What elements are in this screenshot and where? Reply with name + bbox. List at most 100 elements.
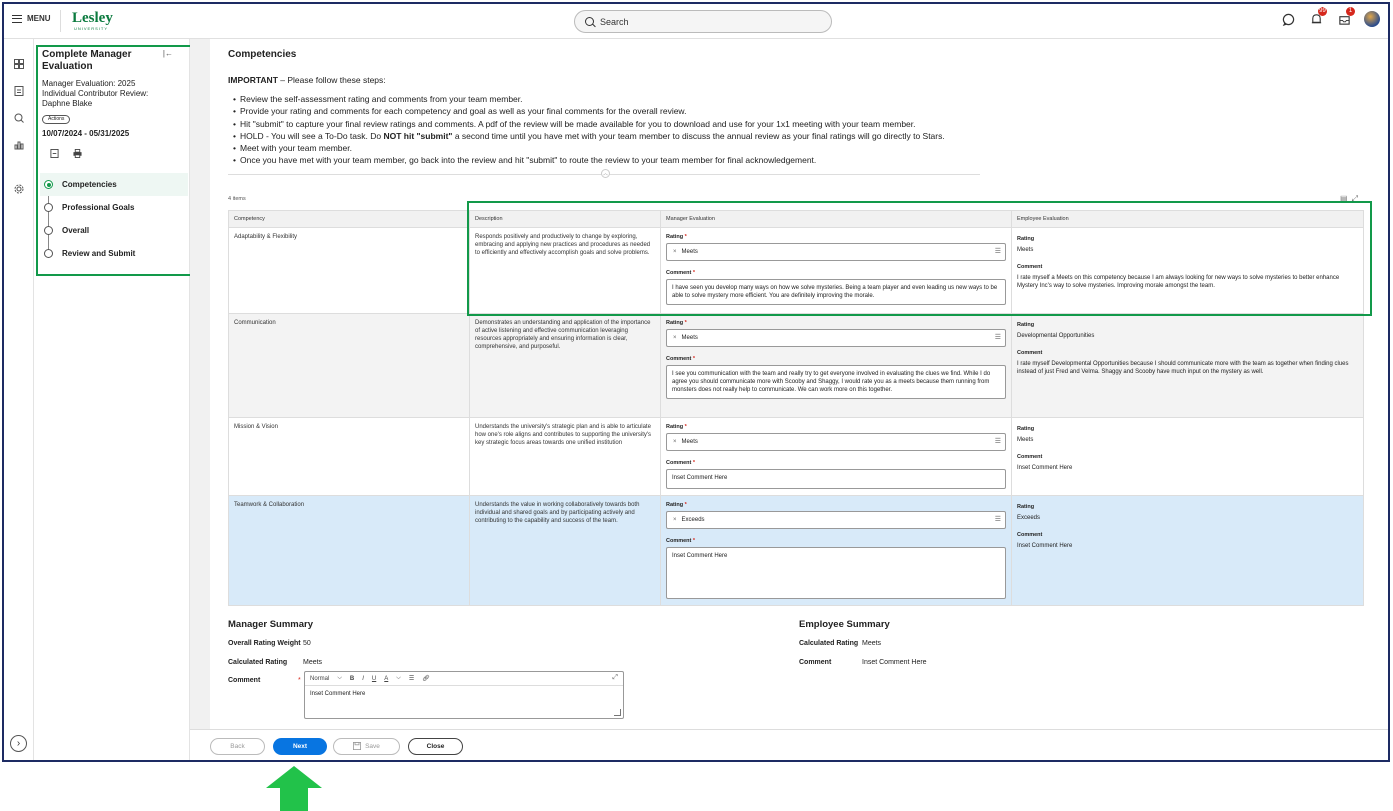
competency-cell: Communication — [228, 313, 470, 418]
task-subtitle-line: Daphne Blake — [42, 99, 93, 108]
italic-icon[interactable]: I — [362, 676, 364, 682]
task-subtitle: Manager Evaluation: 2025 Individual Cont… — [42, 79, 182, 109]
employee-evaluation-cell: Rating Exceeds Comment Inset Comment Her… — [1011, 495, 1364, 606]
remove-icon[interactable]: × — [673, 516, 677, 524]
instruction-item: Review the self-assessment rating and co… — [233, 93, 1000, 106]
report-icon[interactable] — [12, 84, 25, 97]
find-icon[interactable] — [12, 111, 25, 124]
close-button[interactable]: Close — [408, 738, 463, 755]
step-label: Professional Goals — [62, 203, 135, 212]
column-header[interactable]: Competency — [228, 210, 470, 228]
editor-toolbar: Normal ⌵ B I U A ⌵ ☰ 🔗︎ — [305, 672, 623, 686]
content-gutter — [190, 39, 210, 729]
summary-row: Calculated Rating Meets — [799, 640, 1099, 659]
employee-summary: Employee Summary Calculated Rating Meets… — [799, 619, 1099, 678]
export-icon[interactable] — [50, 149, 59, 160]
step-competencies[interactable]: Competencies — [40, 173, 188, 196]
save-icon — [353, 741, 362, 752]
table-row[interactable]: Communication Demonstrates an understand… — [228, 313, 1364, 418]
chevron-up-icon[interactable]: ︿ — [601, 169, 610, 178]
description-cell: Understands the university's strategic p… — [469, 417, 661, 496]
expand-editor-icon[interactable]: ⤢ — [612, 674, 618, 682]
inbox-icon[interactable]: 1 — [1336, 7, 1355, 27]
task-subtitle-line: Individual Contributor Review: — [42, 89, 149, 98]
list-icon[interactable]: ☰ — [995, 334, 1001, 342]
task-dates: 10/07/2024 - 05/31/2025 — [42, 129, 130, 138]
rating-label: Rating * — [666, 502, 687, 508]
important-note: IMPORTANT – Please follow these steps: — [228, 75, 386, 85]
table-row[interactable]: Mission & Vision Understands the univers… — [228, 417, 1364, 496]
rating-value: Meets — [681, 439, 698, 445]
summary-value: Meets — [303, 659, 323, 666]
required-marker: * — [298, 677, 301, 684]
logo-subtitle: UNIVERSITY — [74, 26, 109, 31]
print-icon[interactable] — [73, 149, 82, 160]
step-overall[interactable]: Overall — [40, 219, 188, 242]
list-icon[interactable]: ☰ — [995, 516, 1001, 524]
actions-button[interactable]: Actions — [42, 115, 71, 124]
logo[interactable]: Lesley — [72, 10, 113, 27]
resize-handle-icon[interactable] — [614, 709, 621, 716]
divider — [60, 10, 61, 32]
gear-icon[interactable] — [12, 182, 25, 195]
editor-body[interactable]: Inset Comment Here — [305, 686, 623, 702]
expand-rail-icon[interactable]: › — [10, 735, 27, 752]
comment-label: Comment * — [666, 538, 696, 544]
evaluation-highlight-box — [467, 201, 1372, 316]
chevron-down-icon[interactable]: ⌵ — [396, 675, 401, 682]
menu-button[interactable]: MENU — [12, 14, 51, 23]
remove-icon[interactable]: × — [673, 334, 677, 342]
manager-summary: Manager Summary Overall Rating Weight 50… — [228, 619, 628, 678]
collapse-panel-icon[interactable]: |← — [163, 49, 173, 58]
summary-row: Comment Inset Comment Here — [799, 659, 1099, 678]
step-professional-goals[interactable]: Professional Goals — [40, 196, 188, 219]
instructions-list: Review the self-assessment rating and co… — [233, 93, 1000, 167]
search-placeholder: Search — [600, 16, 629, 27]
bold-icon[interactable]: B — [350, 676, 354, 682]
underline-icon[interactable]: U — [372, 676, 376, 682]
font-color-icon[interactable]: A — [384, 676, 388, 682]
comment-label: Comment — [1017, 532, 1043, 538]
bullet-list-icon[interactable]: ☰ — [409, 675, 414, 682]
notifications-bell-icon[interactable]: 99 — [1308, 7, 1327, 27]
next-button[interactable]: Next — [273, 738, 327, 755]
dashboard-icon[interactable] — [12, 57, 25, 70]
analytics-icon[interactable] — [12, 138, 25, 151]
rating-value: Meets — [681, 335, 698, 341]
step-active-icon — [44, 180, 53, 189]
search-input[interactable]: Search — [574, 10, 832, 33]
chevron-down-icon[interactable]: ⌵ — [337, 675, 342, 682]
manager-comment-input[interactable]: Inset Comment Here — [666, 547, 1006, 599]
list-icon[interactable]: ☰ — [995, 438, 1001, 446]
task-subtitle-line: Manager Evaluation: 2025 — [42, 79, 136, 88]
description-cell: Demonstrates an understanding and applic… — [469, 313, 661, 418]
employee-rating: Developmental Opportunities — [1017, 333, 1095, 339]
avatar[interactable] — [1364, 11, 1380, 27]
inbox-badge: 1 — [1346, 7, 1355, 16]
footer-bar: Back Next Save Close — [190, 729, 1388, 760]
table-row-selected[interactable]: Teamwork & Collaboration Understands the… — [228, 495, 1364, 606]
rating-label: Rating — [1017, 322, 1035, 328]
employee-comment: I rate myself Developmental Opportunitie… — [1017, 361, 1349, 375]
step-review-and-submit[interactable]: Review and Submit — [40, 242, 188, 265]
hamburger-icon — [12, 14, 22, 23]
manager-summary-editor[interactable]: Normal ⌵ B I U A ⌵ ☰ 🔗︎ ⤢ Inset Comment … — [304, 671, 624, 719]
back-button[interactable]: Back — [210, 738, 265, 755]
important-text: – Please follow these steps: — [277, 75, 386, 85]
comment-label: Comment * — [666, 460, 696, 466]
manager-rating-select[interactable]: × Exceeds ☰ — [666, 511, 1006, 529]
link-icon[interactable]: 🔗︎ — [422, 675, 430, 682]
manager-rating-select[interactable]: × Meets ☰ — [666, 433, 1006, 451]
save-button[interactable]: Save — [333, 738, 400, 755]
top-bar: MENU Lesley UNIVERSITY Search 99 1 — [4, 4, 1388, 39]
employee-evaluation-cell: Rating Developmental Opportunities Comme… — [1011, 313, 1364, 418]
remove-icon[interactable]: × — [673, 438, 677, 446]
left-rail: › — [4, 39, 34, 760]
manager-rating-select[interactable]: × Meets ☰ — [666, 329, 1006, 347]
manager-comment-input[interactable]: I see you communication with the team an… — [666, 365, 1006, 399]
paragraph-style-select[interactable]: Normal — [310, 676, 329, 682]
important-label: IMPORTANT — [228, 75, 278, 85]
step-label: Overall — [62, 226, 90, 235]
chat-icon[interactable] — [1280, 11, 1296, 27]
manager-comment-input[interactable]: Inset Comment Here — [666, 469, 1006, 489]
